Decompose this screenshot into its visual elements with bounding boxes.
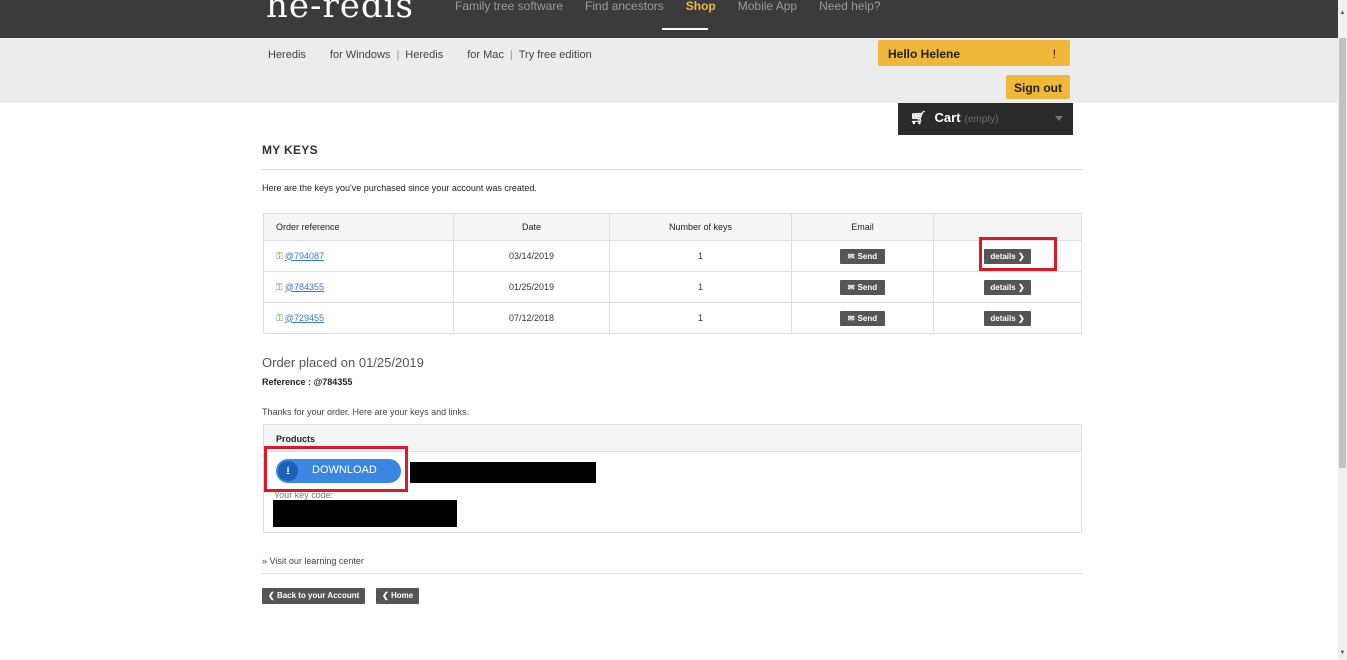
- column-date: Date: [453, 213, 610, 241]
- envelope-icon: ✉: [847, 251, 855, 261]
- table-row: ⚿ @794087 03/14/2019 1 ✉ Send details ❯: [263, 240, 1082, 272]
- send-label: Send: [857, 282, 878, 292]
- active-nav-underline: [662, 28, 708, 30]
- envelope-icon: ✉: [847, 282, 855, 292]
- column-order-reference: Order reference: [263, 213, 454, 241]
- nav-shop[interactable]: Shop: [686, 0, 716, 13]
- nav-family-tree-software[interactable]: Family tree software: [455, 0, 563, 13]
- details-cell: details ❯: [933, 271, 1082, 303]
- scroll-down-arrow-icon[interactable]: ▼: [1338, 650, 1347, 659]
- link-for-mac[interactable]: for Mac: [467, 49, 504, 61]
- send-label: Send: [857, 251, 878, 261]
- details-cell: details ❯: [933, 302, 1082, 334]
- details-button[interactable]: details ❯: [984, 310, 1031, 326]
- back-to-account-button[interactable]: ❮ Back to your Account: [262, 588, 366, 604]
- key-icon: ⚿: [276, 312, 283, 323]
- cart-dropdown[interactable]: 🛒︎ Cart (empty): [898, 103, 1073, 135]
- hello-user-label: Hello Helene: [888, 47, 961, 61]
- separator: |: [396, 49, 400, 61]
- thanks-text: Thanks for your order. Here are your key…: [262, 407, 470, 417]
- home-button[interactable]: ❮ Home: [376, 588, 420, 604]
- intro-text: Here are the keys you've purchased since…: [262, 183, 537, 193]
- order-link[interactable]: @729455: [285, 313, 324, 323]
- back-label: Back to your Account: [276, 591, 360, 600]
- hello-user-button[interactable]: Hello Helene !: [878, 40, 1070, 66]
- divider: [262, 573, 1082, 574]
- details-highlight-box: [979, 237, 1057, 271]
- download-highlight-box: [264, 446, 408, 492]
- date-cell: 07/12/2018: [453, 302, 610, 334]
- cart-icon: 🛒︎: [910, 110, 927, 125]
- keys-count-cell: 1: [609, 240, 792, 272]
- sign-out-button[interactable]: Sign out: [1006, 75, 1070, 99]
- send-button[interactable]: ✉ Send: [839, 279, 886, 295]
- details-button[interactable]: details ❯: [984, 279, 1031, 295]
- keys-table: Order reference Date Number of keys Emai…: [263, 213, 1082, 334]
- details-label: details: [990, 313, 1016, 323]
- table-row: ⚿ @784355 01/25/2019 1 ✉ Send details ❯: [263, 271, 1082, 303]
- send-button[interactable]: ✉ Send: [839, 310, 886, 326]
- order-ref-cell: ⚿ @794087: [263, 240, 454, 272]
- keys-count-cell: 1: [609, 271, 792, 303]
- link-heredis-windows-brand[interactable]: Heredis: [268, 49, 306, 61]
- cart-label: Cart: [934, 110, 961, 125]
- main-content: MY KEYS Here are the keys you've purchas…: [262, 143, 1082, 334]
- redacted-product-name: [410, 462, 596, 483]
- column-email: Email: [791, 213, 934, 241]
- main-nav: Family tree software Find ancestors Shop…: [455, 0, 903, 13]
- key-icon: ⚿: [276, 250, 283, 261]
- table-row: ⚿ @729455 07/12/2018 1 ✉ Send details ❯: [263, 302, 1082, 334]
- envelope-icon: ✉: [847, 313, 855, 323]
- order-placed-heading: Order placed on 01/25/2019: [262, 355, 424, 370]
- order-link[interactable]: @794087: [285, 251, 324, 261]
- keys-count-cell: 1: [609, 302, 792, 334]
- cart-status: (empty): [964, 114, 999, 125]
- order-link[interactable]: @784355: [285, 282, 324, 292]
- heredis-logo[interactable]: he-redis: [266, 0, 414, 26]
- page-title: MY KEYS: [262, 143, 318, 157]
- order-ref-cell: ⚿ @784355: [263, 271, 454, 303]
- link-try-free-edition[interactable]: Try free edition: [519, 49, 592, 61]
- vertical-scrollbar[interactable]: ▲ ▼: [1338, 0, 1347, 660]
- table-header-row: Order reference Date Number of keys Emai…: [263, 213, 1082, 241]
- email-cell: ✉ Send: [791, 240, 934, 272]
- chevron-right-icon: ❯: [1017, 282, 1025, 292]
- scroll-up-arrow-icon[interactable]: ▲: [1338, 10, 1347, 19]
- hello-suffix: !: [1052, 47, 1056, 61]
- link-for-windows[interactable]: for Windows: [330, 49, 391, 61]
- order-ref-cell: ⚿ @729455: [263, 302, 454, 334]
- link-heredis-mac-brand[interactable]: Heredis: [405, 49, 443, 61]
- nav-mobile-app[interactable]: Mobile App: [738, 0, 797, 13]
- details-label: details: [990, 282, 1016, 292]
- date-cell: 03/14/2019: [453, 240, 610, 272]
- redacted-key-code: [273, 500, 457, 527]
- email-cell: ✉ Send: [791, 271, 934, 303]
- nav-find-ancestors[interactable]: Find ancestors: [585, 0, 664, 13]
- send-label: Send: [857, 313, 878, 323]
- chevron-down-icon: [1055, 116, 1063, 121]
- sub-navbar: Heredis for Windows | Heredis for Mac | Try fr…: [0, 38, 1338, 103]
- send-button[interactable]: ✉ Send: [839, 248, 886, 264]
- order-reference: Reference : @784355: [262, 377, 353, 387]
- nav-need-help[interactable]: Need help?: [819, 0, 880, 13]
- product-links: Heredis for Windows | Heredis for Mac | Try fr…: [268, 49, 592, 61]
- key-icon: ⚿: [276, 281, 283, 292]
- divider: [262, 169, 1082, 170]
- top-navbar: he-redis Family tree software Find ances…: [0, 0, 1338, 38]
- date-cell: 01/25/2019: [453, 271, 610, 303]
- chevron-left-icon: ❮: [382, 591, 389, 600]
- chevron-left-icon: ❮: [268, 591, 275, 600]
- chevron-right-icon: ❯: [1017, 313, 1025, 323]
- email-cell: ✉ Send: [791, 302, 934, 334]
- separator: |: [509, 49, 513, 61]
- home-label: Home: [390, 591, 414, 600]
- visit-learning-center-link[interactable]: » Visit our learning center: [262, 556, 364, 566]
- column-number-of-keys: Number of keys: [609, 213, 792, 241]
- scroll-thumb[interactable]: [1339, 38, 1346, 468]
